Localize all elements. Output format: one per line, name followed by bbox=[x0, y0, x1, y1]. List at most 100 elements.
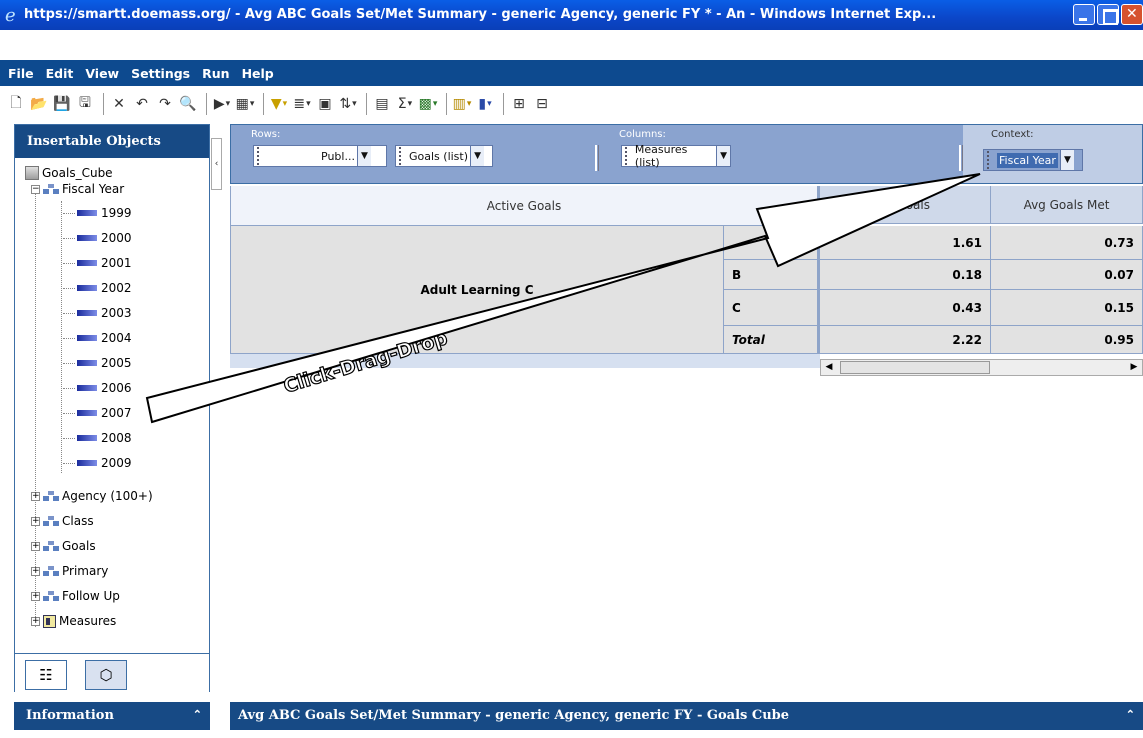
layout-icon[interactable]: ⊞ bbox=[509, 94, 529, 114]
summary-icon[interactable]: ▤ bbox=[372, 94, 392, 114]
tree-item-year[interactable]: 2003 bbox=[63, 303, 132, 323]
export-icon[interactable]: ▦ bbox=[235, 94, 255, 114]
delete-icon[interactable]: ✕ bbox=[109, 94, 129, 114]
tree-item-year[interactable]: 2001 bbox=[63, 253, 132, 273]
scroll-left-icon[interactable]: ◀ bbox=[821, 361, 837, 374]
member-icon bbox=[77, 410, 97, 416]
excel-icon[interactable]: ▩ bbox=[418, 94, 438, 114]
chart-icon[interactable]: ▥ bbox=[452, 94, 472, 114]
toolbox-tab[interactable]: ⬡ bbox=[85, 660, 127, 690]
cell-value[interactable]: 0.15 bbox=[991, 290, 1143, 326]
toolbar: 🗋 📂 💾 🖫 ✕ ↶ ↷ 🔍 ▶ ▦ ▼ ≣ ▣ ⇅ ▤ Σ ▩ ▥ ▮ ⊞ … bbox=[0, 88, 1143, 120]
tree-item-follow-up[interactable]: + Follow Up bbox=[31, 586, 120, 606]
menu-view[interactable]: View bbox=[85, 66, 119, 81]
redo-icon[interactable]: ↷ bbox=[155, 94, 175, 114]
columns-chip-measures[interactable]: Measures (list) ▼ bbox=[621, 143, 731, 169]
new-icon[interactable]: 🗋 bbox=[6, 94, 26, 114]
double-chevron-up-icon[interactable]: ⌃ bbox=[1126, 708, 1135, 721]
close-button[interactable] bbox=[1121, 4, 1143, 25]
tree-item-year[interactable]: 2000 bbox=[63, 228, 132, 248]
chevron-down-icon[interactable]: ▼ bbox=[1059, 150, 1074, 170]
scroll-right-icon[interactable]: ▶ bbox=[1126, 361, 1142, 374]
tree-item-year[interactable]: 2002 bbox=[63, 278, 132, 298]
filter-icon[interactable]: ▼ bbox=[269, 94, 289, 114]
collapse-icon[interactable]: − bbox=[31, 184, 40, 194]
tree-item-year[interactable]: 2005 bbox=[63, 353, 132, 373]
expand-icon[interactable]: + bbox=[31, 616, 40, 626]
row-label[interactable]: C bbox=[724, 290, 818, 326]
grip-icon bbox=[399, 147, 405, 165]
scrollbar-thumb[interactable] bbox=[840, 361, 990, 374]
open-icon[interactable]: 📂 bbox=[29, 94, 49, 114]
rows-chip-goals[interactable]: Goals (list) ▼ bbox=[395, 145, 493, 167]
maximize-button[interactable] bbox=[1097, 4, 1119, 25]
cell-value[interactable]: 1.61 bbox=[818, 226, 991, 260]
cell-value[interactable]: 0.43 bbox=[818, 290, 991, 326]
expand-icon[interactable]: + bbox=[31, 516, 40, 526]
chevron-down-icon[interactable]: ▼ bbox=[470, 146, 485, 166]
double-chevron-up-icon[interactable]: ⌃ bbox=[193, 708, 202, 721]
tree-item-year[interactable]: 2009 bbox=[63, 453, 132, 473]
chip-label: Goals (list) bbox=[409, 149, 469, 163]
tree-item-year[interactable]: 2007 bbox=[63, 403, 132, 423]
expand-icon[interactable]: + bbox=[31, 566, 40, 576]
cell-value[interactable]: 0.18 bbox=[818, 260, 991, 290]
tree-item-label: 2002 bbox=[101, 281, 132, 295]
tree-item-goals[interactable]: + Goals bbox=[31, 536, 96, 556]
tree-item-agency[interactable]: + Agency (100+) bbox=[31, 486, 153, 506]
save-icon[interactable]: 💾 bbox=[52, 94, 72, 114]
menu-file[interactable]: File bbox=[8, 66, 34, 81]
tree-item-fiscal-year[interactable]: − Fiscal Year bbox=[31, 179, 124, 199]
header-avg-goals-set[interactable]: oals bbox=[818, 186, 991, 224]
row-label[interactable]: B bbox=[724, 260, 818, 290]
chevron-down-icon[interactable]: ▼ bbox=[356, 146, 371, 166]
menu-edit[interactable]: Edit bbox=[46, 66, 74, 81]
pivot-icon[interactable]: ⊟ bbox=[532, 94, 552, 114]
sort-icon[interactable]: ⇅ bbox=[338, 94, 358, 114]
expand-icon[interactable]: + bbox=[31, 541, 40, 551]
toolbar-separator bbox=[263, 93, 264, 115]
find-icon[interactable]: 🔍 bbox=[178, 94, 198, 114]
rank-icon[interactable]: ≣ bbox=[292, 94, 312, 114]
row-group-adult-learning[interactable]: Adult Learning C bbox=[230, 226, 724, 354]
tree-item-primary[interactable]: + Primary bbox=[31, 561, 108, 581]
expand-icon[interactable]: + bbox=[31, 591, 40, 601]
run-icon[interactable]: ▶ bbox=[212, 94, 232, 114]
collapse-panel-button[interactable]: ‹ bbox=[211, 138, 222, 190]
horizontal-scrollbar[interactable]: ◀ ▶ bbox=[820, 359, 1143, 376]
source-tab[interactable]: ☷ bbox=[25, 660, 67, 690]
menu-help[interactable]: Help bbox=[242, 66, 274, 81]
insertable-objects-panel: Insertable Objects Goals_Cube − Fiscal Y… bbox=[14, 124, 210, 693]
bar-chart-icon[interactable]: ▮ bbox=[475, 94, 495, 114]
cell-value[interactable]: 0.07 bbox=[991, 260, 1143, 290]
menu-settings[interactable]: Settings bbox=[131, 66, 190, 81]
row-label[interactable] bbox=[724, 226, 818, 260]
cell-value-total[interactable]: 0.95 bbox=[991, 326, 1143, 354]
row-label-total[interactable]: Total bbox=[724, 326, 818, 354]
tree-item-year[interactable]: 2006 bbox=[63, 378, 132, 398]
tree-item-class[interactable]: + Class bbox=[31, 511, 94, 531]
header-active-goals[interactable]: Active Goals bbox=[230, 186, 818, 226]
context-chip-fiscal-year[interactable]: Fiscal Year ▼ bbox=[983, 149, 1083, 171]
tree-item-year[interactable]: 2004 bbox=[63, 328, 132, 348]
save-as-icon[interactable]: 🖫 bbox=[75, 94, 95, 114]
information-bar[interactable]: Information ⌃ bbox=[14, 702, 210, 730]
header-avg-goals-met[interactable]: Avg Goals Met bbox=[991, 186, 1143, 224]
tree-item-label: 2006 bbox=[101, 381, 132, 395]
rows-chip-publ[interactable]: Publ... ▼ bbox=[253, 145, 387, 167]
minimize-button[interactable] bbox=[1073, 4, 1095, 25]
chevron-down-icon[interactable]: ▼ bbox=[716, 146, 730, 166]
report-title-bar[interactable]: Avg ABC Goals Set/Met Summary - generic … bbox=[230, 702, 1143, 730]
calc-icon[interactable]: ▣ bbox=[315, 94, 335, 114]
sum-icon[interactable]: Σ bbox=[395, 94, 415, 114]
cell-value-total[interactable]: 2.22 bbox=[818, 326, 991, 354]
menu-run[interactable]: Run bbox=[202, 66, 229, 81]
tree-item-measures[interactable]: + Measures bbox=[31, 611, 116, 631]
tree-item-year[interactable]: 2008 bbox=[63, 428, 132, 448]
tree-item-label: Measures bbox=[59, 614, 117, 628]
undo-icon[interactable]: ↶ bbox=[132, 94, 152, 114]
columns-label: Columns: bbox=[619, 129, 666, 140]
tree-item-year[interactable]: 1999 bbox=[63, 203, 132, 223]
cell-value[interactable]: 0.73 bbox=[991, 226, 1143, 260]
expand-icon[interactable]: + bbox=[31, 491, 40, 501]
